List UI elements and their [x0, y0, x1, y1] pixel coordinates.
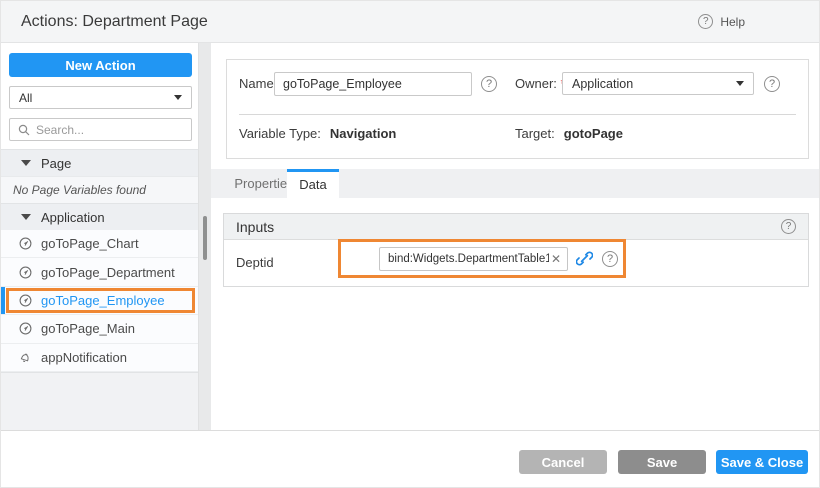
- chevron-down-icon: [736, 81, 744, 86]
- dialog-header: Actions: Department Page ? Help: [1, 1, 820, 43]
- dialog-footer: Cancel Save Save & Close: [1, 430, 820, 488]
- help-label: Help: [720, 15, 745, 29]
- actions-sidebar: New Action All Page No Page Variables fo…: [1, 43, 198, 430]
- sidebar-scrollbar: [198, 43, 211, 430]
- help-icon: ?: [698, 14, 713, 29]
- owner-help-icon[interactable]: ?: [764, 76, 780, 92]
- save-button[interactable]: Save: [618, 450, 706, 474]
- deptid-bind-value: bind:Widgets.DepartmentTable1.select: [388, 253, 549, 265]
- name-field[interactable]: [274, 72, 472, 96]
- target-field: Target: gotoPage: [515, 126, 623, 141]
- inputs-title: Inputs: [236, 219, 274, 235]
- action-summary-card: Name: * ? Owner: * Application ? Variabl…: [226, 59, 809, 159]
- sidebar-item-label: appNotification: [41, 350, 127, 365]
- filter-select[interactable]: All: [9, 86, 192, 109]
- inputs-help-icon[interactable]: ?: [781, 219, 796, 234]
- name-help-icon[interactable]: ?: [481, 76, 497, 92]
- chevron-down-icon: [174, 95, 182, 100]
- sidebar-section-page[interactable]: Page: [1, 149, 198, 176]
- cancel-button[interactable]: Cancel: [519, 450, 607, 474]
- action-detail-panel: Name: * ? Owner: * Application ? Variabl…: [211, 43, 820, 430]
- sidebar-item-gotopage-department[interactable]: goToPage_Department: [1, 258, 198, 286]
- inputs-section: Inputs ? Deptid bind:Widgets.DepartmentT…: [223, 213, 809, 287]
- page-empty-note: No Page Variables found: [1, 176, 198, 203]
- variable-type-label: Variable Type:: [239, 126, 321, 141]
- search-box: [9, 118, 192, 141]
- card-divider: [239, 114, 796, 115]
- target-label: Target:: [515, 126, 555, 141]
- page-title: Actions: Department Page: [21, 13, 208, 31]
- filter-select-value: All: [19, 91, 32, 105]
- actions-dialog: Actions: Department Page ? Help New Acti…: [0, 0, 820, 488]
- collapse-triangle-icon: [21, 214, 31, 220]
- navigation-variable-icon: [19, 294, 32, 307]
- variable-type-field: Variable Type: Navigation: [239, 126, 396, 141]
- save-and-close-button[interactable]: Save & Close: [716, 450, 808, 474]
- sidebar-item-label: goToPage_Employee: [41, 293, 165, 308]
- inputs-header: Inputs ?: [224, 214, 808, 240]
- owner-select[interactable]: Application: [562, 72, 754, 95]
- sidebar-section-application[interactable]: Application: [1, 203, 198, 230]
- navigation-variable-icon: [19, 266, 32, 279]
- sidebar-item-gotopage-employee[interactable]: goToPage_Employee: [1, 287, 198, 315]
- section-label: Application: [41, 210, 105, 225]
- sidebar-filler: [1, 372, 198, 430]
- help-button[interactable]: ? Help: [698, 14, 745, 29]
- bind-link-icon[interactable]: [576, 250, 593, 267]
- variable-type-value: Navigation: [330, 126, 396, 141]
- tab-properties[interactable]: Properties: [233, 169, 295, 198]
- owner-label: Owner: *: [515, 72, 566, 96]
- sidebar-item-label: goToPage_Department: [41, 265, 175, 280]
- deptid-help-icon[interactable]: ?: [602, 251, 618, 267]
- search-icon: [18, 124, 30, 136]
- deptid-label: Deptid: [236, 255, 274, 270]
- search-input[interactable]: [36, 123, 183, 137]
- tab-data[interactable]: Data: [287, 169, 339, 198]
- owner-select-value: Application: [572, 77, 633, 91]
- variables-list: Page No Page Variables found Application…: [1, 149, 198, 372]
- notification-icon: [19, 351, 32, 364]
- sidebar-item-gotopage-main[interactable]: goToPage_Main: [1, 315, 198, 343]
- navigation-variable-icon: [19, 322, 32, 335]
- sidebar-item-label: goToPage_Main: [41, 321, 135, 336]
- sidebar-item-label: goToPage_Chart: [41, 236, 139, 251]
- collapse-triangle-icon: [21, 160, 31, 166]
- navigation-variable-icon: [19, 237, 32, 250]
- target-value: gotoPage: [564, 126, 623, 141]
- sidebar-item-appnotification[interactable]: appNotification: [1, 344, 198, 372]
- section-label: Page: [41, 156, 71, 171]
- deptid-bind-field[interactable]: bind:Widgets.DepartmentTable1.select ✕: [379, 247, 568, 271]
- inputs-body: Deptid bind:Widgets.DepartmentTable1.sel…: [224, 240, 808, 286]
- new-action-button[interactable]: New Action: [9, 53, 192, 77]
- sidebar-item-gotopage-chart[interactable]: goToPage_Chart: [1, 230, 198, 258]
- scrollbar-thumb[interactable]: [203, 216, 207, 260]
- clear-icon[interactable]: ✕: [549, 252, 563, 266]
- detail-tabs: Properties Data: [211, 169, 820, 198]
